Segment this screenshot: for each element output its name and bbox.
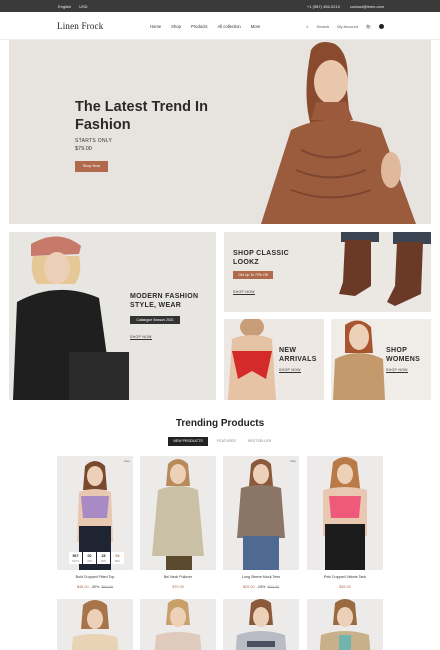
product-image[interactable]: Sale [223,456,299,570]
hero-banner: The Latest Trend In Fashion STARTS ONLY … [9,40,431,224]
banner-arrivals-model-image [228,319,276,400]
sale-badge: Sale [123,459,130,463]
tab-new-products[interactable]: NEW PRODUCTS [168,437,208,446]
nav-shop[interactable]: Shop [171,24,181,29]
product-card[interactable]: Bel Neck Pullover $79.00 [140,456,216,589]
product-card[interactable] [140,599,216,650]
tab-bestseller[interactable]: BESTSELLER [245,437,274,446]
product-card[interactable] [57,599,133,650]
account-link[interactable]: My Account [337,24,358,29]
product-model-image [323,457,367,570]
product-image[interactable]: Sale 567 DAYS 00 HRS 28 MIN 04 SEC [57,456,133,570]
banner-arrivals-title: NEW ARRIVALS [279,347,317,363]
banner-modern-title: MODERN FASHION STYLE, WEAR [130,293,199,309]
product-model-image [152,459,204,570]
search-link[interactable]: Search [317,24,330,29]
product-image[interactable] [140,456,216,570]
banner-arrivals-link[interactable]: SHOP NOW [279,368,301,373]
cart-count-badge [379,24,384,29]
countdown-days: 567 DAYS [69,552,82,564]
product-model-image [235,599,287,650]
banner-classic-title: SHOP CLASSIC LOOKZ [233,250,289,266]
hero-model-image [261,42,416,224]
banner-new-arrivals[interactable]: NEW ARRIVALS SHOP NOW [224,319,324,400]
banner-womens-link[interactable]: SHOP NOW [386,368,408,373]
hero-price: $79.00 [75,146,92,152]
banner-modern-tag: Catalogue Season 2021 [130,316,180,324]
currency-select[interactable]: USD [79,4,87,9]
nav-home[interactable]: Home [150,24,161,29]
tab-featured[interactable]: FEATURED [214,437,239,446]
hero-title: The Latest Trend In Fashion [75,99,208,133]
language-select[interactable]: English [58,4,71,9]
banner-shop-womens[interactable]: SHOP WOMENS SHOP NOW [331,319,431,400]
product-price: $79.00 [172,585,184,589]
nav-all-collection[interactable]: All collection [217,24,240,29]
countdown-seconds: 04 SEC [111,552,124,564]
product-name[interactable]: Long Sleeve Mock Tees [223,575,299,579]
banner-classic-tag: Get Up To 70% Off [233,271,273,279]
site-header: Linen Frock Home Shop Products All colle… [0,12,440,40]
product-price: $35.00 [339,585,351,589]
product-price: $46.00 -30% $65.00 [76,585,114,589]
product-card[interactable]: Sale 567 DAYS 00 HRS 28 MIN 04 SEC Bold Crop… [57,456,133,589]
banner-shop-classic[interactable]: SHOP CLASSIC LOOKZ Get Up To 70% Off SHO… [224,232,431,312]
main-nav: Home Shop Products All collection More [150,24,260,29]
product-image[interactable] [307,599,383,650]
product-name[interactable]: Bel Neck Pullover [140,575,216,579]
product-model-image [237,459,285,570]
product-card[interactable]: Sale Long Sleeve Mock Tees $25.00 -15% $30… [223,456,299,589]
sale-badge: Sale [289,459,296,463]
hero-shop-button[interactable]: Shop Now [75,161,108,172]
product-price: $25.00 -15% $30.00 [242,585,280,589]
product-name[interactable]: Bold Cropped Fitted Top [57,575,133,579]
trending-title: Trending Products [175,418,265,429]
product-model-image [154,599,202,650]
product-card[interactable] [307,599,383,650]
nav-more[interactable]: More [251,24,261,29]
trending-tabs: NEW PRODUCTS FEATURED BESTSELLER [168,437,274,446]
hero-starts-only: STARTS ONLY [75,138,113,144]
product-image[interactable] [57,599,133,650]
search-icon[interactable]: ⌕ [306,24,308,29]
product-name[interactable]: Pink Cropped Vittorie Tank [307,575,383,579]
product-card[interactable]: Pink Cropped Vittorie Tank $35.00 [307,456,383,589]
product-model-image [319,599,371,650]
site-logo[interactable]: Linen Frock [57,21,103,31]
banner-modern-link[interactable]: SHOP NOW [130,335,152,340]
product-image[interactable] [140,599,216,650]
countdown-timer: 567 DAYS 00 HRS 28 MIN 04 SEC [69,552,124,564]
banner-womens-title: SHOP WOMENS [386,347,421,363]
countdown-hours: 00 HRS [83,552,96,564]
banner-modern-model-image [13,236,129,400]
nav-products[interactable]: Products [191,24,208,29]
top-bar: English USD +1 (987) 456-0210 contact@li… [0,0,440,12]
banner-classic-link[interactable]: SHOP NOW [233,290,255,295]
banner-womens-model-image [333,320,385,400]
email-link[interactable]: contact@linen.com [350,4,384,9]
banner-modern-fashion[interactable]: MODERN FASHION STYLE, WEAR Catalogue Sea… [9,232,216,400]
countdown-minutes: 28 MIN [97,552,110,564]
product-model-image [71,600,119,650]
product-image[interactable] [307,456,383,570]
product-image[interactable] [223,599,299,650]
phone-link[interactable]: +1 (987) 456-0210 [307,4,340,9]
cart-icon[interactable]: 🛍 [366,24,371,29]
product-card[interactable] [223,599,299,650]
banner-classic-boots-image [339,232,431,306]
